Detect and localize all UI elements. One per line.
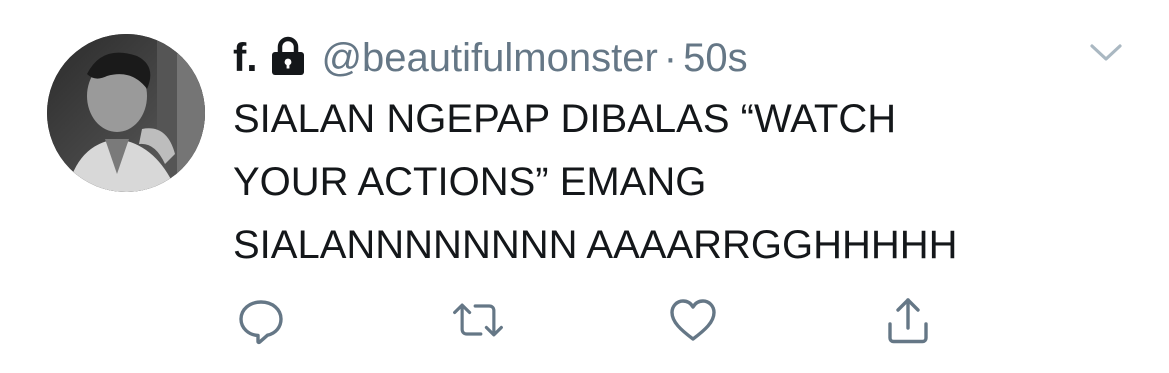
chevron-down-icon[interactable] xyxy=(1086,38,1126,66)
retweet-button[interactable] xyxy=(450,292,506,348)
tweet-timestamp[interactable]: 50s xyxy=(683,36,748,81)
separator-dot: · xyxy=(663,35,678,80)
heart-icon xyxy=(670,299,716,341)
share-icon xyxy=(888,298,928,344)
lock-icon xyxy=(271,36,305,76)
tweet-header: f. @beautifulmonster · 50s xyxy=(233,28,748,88)
retweet-icon xyxy=(453,303,503,337)
tweet-card[interactable]: f. @beautifulmonster · 50s SIALAN NGEPAP… xyxy=(0,0,1169,373)
reply-icon xyxy=(239,300,283,345)
avatar-photo xyxy=(47,34,205,192)
avatar[interactable] xyxy=(47,34,205,192)
display-name[interactable]: f. xyxy=(233,36,257,81)
tweet-text-line: SIALANNNNNNNN AAAARRGGHHHHH xyxy=(233,223,958,267)
tweet-actions xyxy=(0,292,1169,348)
tweet-text-line: YOUR ACTIONS” EMANG xyxy=(233,160,707,204)
tweet-text: SIALAN NGEPAP DIBALAS “WATCH YOUR ACTION… xyxy=(233,88,1113,277)
user-handle[interactable]: @beautifulmonster xyxy=(321,36,657,81)
tweet-text-line: SIALAN NGEPAP DIBALAS “WATCH xyxy=(233,97,897,141)
reply-button[interactable] xyxy=(233,292,289,348)
share-button[interactable] xyxy=(880,292,936,348)
like-button[interactable] xyxy=(665,292,721,348)
